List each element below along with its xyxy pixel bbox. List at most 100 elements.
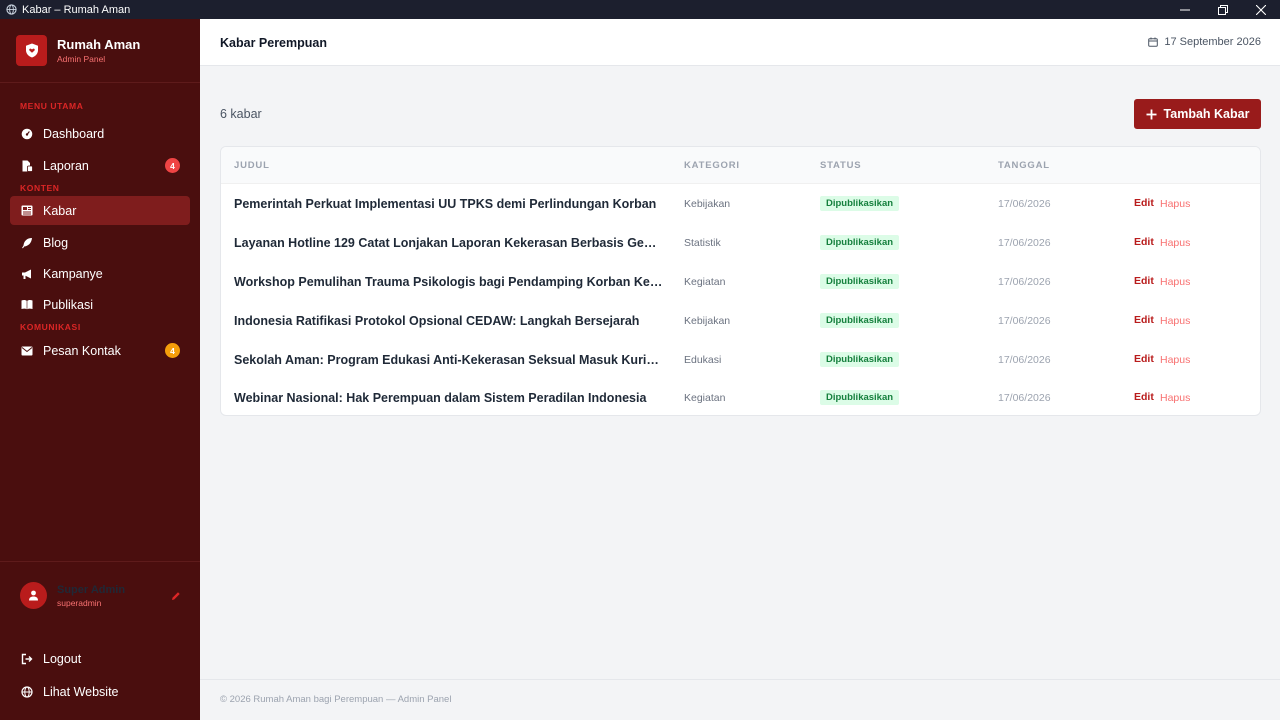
status-badge: Dipublikasikan xyxy=(820,313,900,328)
row-date: 17/06/2026 xyxy=(998,198,1051,210)
delete-link[interactable]: Hapus xyxy=(1160,276,1190,288)
status-badge: Dipublikasikan xyxy=(820,235,900,250)
edit-profile-pencil-icon[interactable] xyxy=(171,588,181,606)
brand-subtitle: Admin Panel xyxy=(57,54,106,64)
kabar-table: JUDUL KATEGORI STATUS TANGGAL Pemerintah… xyxy=(220,146,1261,416)
edit-link[interactable]: Edit xyxy=(1134,275,1154,287)
sidebar-item-kampanye[interactable]: Kampanye xyxy=(10,259,190,288)
row-title[interactable]: Layanan Hotline 129 Catat Lonjakan Lapor… xyxy=(234,236,664,250)
edit-link[interactable]: Edit xyxy=(1134,314,1154,326)
table-row: Layanan Hotline 129 Catat Lonjakan Lapor… xyxy=(221,223,1260,262)
delete-link[interactable]: Hapus xyxy=(1160,198,1190,210)
row-title[interactable]: Pemerintah Perkuat Implementasi UU TPKS … xyxy=(234,197,664,211)
restore-button[interactable] xyxy=(1204,0,1242,19)
sidebar-item-publikasi[interactable]: Publikasi xyxy=(10,290,190,319)
column-header-judul[interactable]: JUDUL xyxy=(234,160,270,171)
kabar-count: 6 kabar xyxy=(220,107,262,121)
row-title[interactable]: Indonesia Ratifikasi Protokol Opsional C… xyxy=(234,314,664,328)
section-label-konten: KONTEN xyxy=(20,183,60,193)
brand[interactable]: Rumah Aman Admin Panel xyxy=(0,19,200,83)
delete-link[interactable]: Hapus xyxy=(1160,315,1190,327)
sidebar-item-label: Dashboard xyxy=(43,126,105,141)
pesan-count-badge: 4 xyxy=(165,343,180,358)
section-label-komunikasi: KOMUNIKASI xyxy=(20,322,81,332)
globe-icon xyxy=(21,685,33,698)
laporan-count-badge: 4 xyxy=(165,158,180,173)
table-row: Pemerintah Perkuat Implementasi UU TPKS … xyxy=(221,184,1260,223)
sidebar-item-dashboard[interactable]: Dashboard xyxy=(10,119,190,148)
section-label-menu-utama: MENU UTAMA xyxy=(20,101,84,111)
sidebar-item-blog[interactable]: Blog xyxy=(10,228,190,257)
shield-logo-icon xyxy=(16,35,47,66)
sidebar-item-pesan-kontak[interactable]: Pesan Kontak 4 xyxy=(10,336,190,365)
header-date: 17 September 2026 xyxy=(1148,36,1261,48)
sidebar-item-kabar[interactable]: Kabar xyxy=(10,196,190,225)
delete-link[interactable]: Hapus xyxy=(1160,237,1190,249)
row-date: 17/06/2026 xyxy=(998,392,1051,404)
header-date-text: 17 September 2026 xyxy=(1164,36,1261,48)
column-header-kategori[interactable]: KATEGORI xyxy=(684,160,740,171)
view-website-label: Lihat Website xyxy=(43,684,119,699)
page-title: Kabar Perempuan xyxy=(220,36,327,50)
sidebar-item-label: Kabar xyxy=(43,203,77,218)
column-header-status[interactable]: STATUS xyxy=(820,160,861,171)
file-report-icon xyxy=(21,160,33,172)
view-website-link[interactable]: Lihat Website xyxy=(10,677,190,706)
logout-icon xyxy=(21,653,33,665)
page-footer: © 2026 Rumah Aman bagi Perempuan — Admin… xyxy=(200,679,1280,720)
calendar-icon xyxy=(1148,37,1159,47)
table-row: Indonesia Ratifikasi Protokol Opsional C… xyxy=(221,301,1260,340)
row-category: Kegiatan xyxy=(684,392,726,404)
add-kabar-button[interactable]: Tambah Kabar xyxy=(1134,99,1261,129)
window-titlebar: Kabar – Rumah Aman xyxy=(0,0,1280,19)
sidebar-item-laporan[interactable]: Laporan 4 xyxy=(10,151,190,180)
brand-name: Rumah Aman xyxy=(57,37,141,52)
user-name: Super Admin xyxy=(57,583,126,596)
minimize-button[interactable] xyxy=(1166,0,1204,19)
add-kabar-label: Tambah Kabar xyxy=(1163,107,1250,121)
edit-link[interactable]: Edit xyxy=(1134,353,1154,365)
window-title: Kabar – Rumah Aman xyxy=(22,3,131,16)
newspaper-icon xyxy=(21,205,33,217)
row-date: 17/06/2026 xyxy=(998,354,1051,366)
row-title[interactable]: Webinar Nasional: Hak Perempuan dalam Si… xyxy=(234,391,664,405)
row-date: 17/06/2026 xyxy=(998,315,1051,327)
row-title[interactable]: Workshop Pemulihan Trauma Psikologis bag… xyxy=(234,275,664,289)
row-title[interactable]: Sekolah Aman: Program Edukasi Anti-Keker… xyxy=(234,353,664,367)
globe-app-icon xyxy=(5,4,17,16)
logout-link[interactable]: Logout xyxy=(10,644,190,673)
gauge-icon xyxy=(21,128,33,140)
table-row: Sekolah Aman: Program Edukasi Anti-Keker… xyxy=(221,340,1260,379)
sidebar-divider xyxy=(0,561,200,562)
row-category: Statistik xyxy=(684,237,721,249)
user-profile[interactable]: Super Admin superadmin xyxy=(20,582,125,609)
close-button[interactable] xyxy=(1242,0,1280,19)
envelope-icon xyxy=(21,345,33,357)
page-header: Kabar Perempuan 17 September 2026 xyxy=(200,19,1280,66)
plus-icon xyxy=(1146,109,1157,120)
row-date: 17/06/2026 xyxy=(998,276,1051,288)
sidebar-item-label: Laporan xyxy=(43,158,89,173)
edit-link[interactable]: Edit xyxy=(1134,391,1154,403)
sidebar-item-label: Blog xyxy=(43,235,69,250)
row-category: Kebijakan xyxy=(684,198,731,210)
status-badge: Dipublikasikan xyxy=(820,352,900,367)
row-category: Edukasi xyxy=(684,354,722,366)
status-badge: Dipublikasikan xyxy=(820,274,900,289)
status-badge: Dipublikasikan xyxy=(820,390,900,405)
row-category: Kebijakan xyxy=(684,315,731,327)
table-row: Webinar Nasional: Hak Perempuan dalam Si… xyxy=(221,378,1260,415)
edit-link[interactable]: Edit xyxy=(1134,197,1154,209)
table-header: JUDUL KATEGORI STATUS TANGGAL xyxy=(221,147,1260,184)
row-category: Kegiatan xyxy=(684,276,726,288)
table-row: Workshop Pemulihan Trauma Psikologis bag… xyxy=(221,262,1260,301)
column-header-tanggal[interactable]: TANGGAL xyxy=(998,160,1050,171)
edit-link[interactable]: Edit xyxy=(1134,236,1154,248)
book-icon xyxy=(21,299,33,311)
delete-link[interactable]: Hapus xyxy=(1160,392,1190,404)
feather-icon xyxy=(21,237,33,249)
delete-link[interactable]: Hapus xyxy=(1160,354,1190,366)
user-avatar-icon xyxy=(20,582,47,609)
status-badge: Dipublikasikan xyxy=(820,196,900,211)
user-handle: superadmin xyxy=(57,597,102,608)
